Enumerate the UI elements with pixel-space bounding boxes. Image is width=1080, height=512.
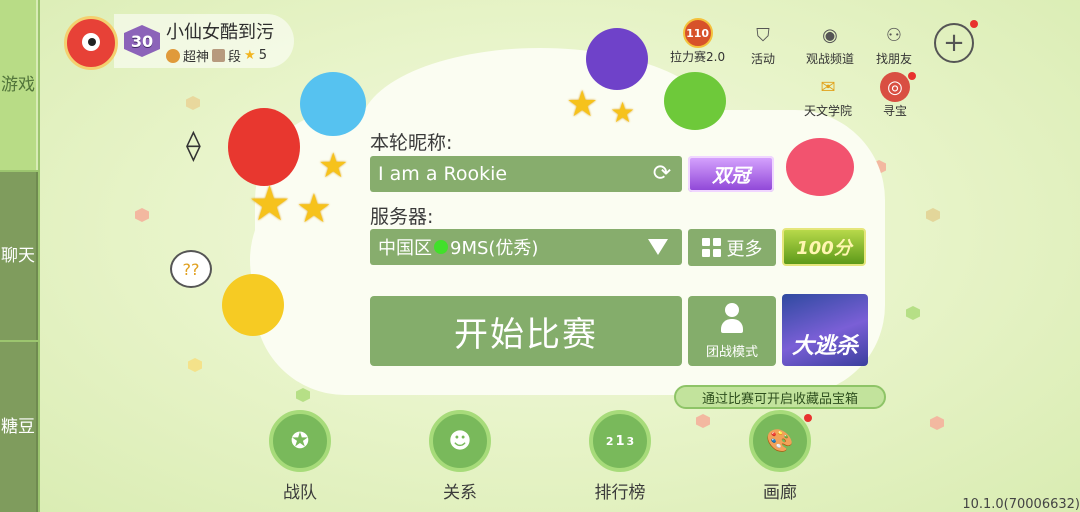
decor-hex	[135, 208, 149, 222]
player-rank: 超神 段 ★ 5	[166, 46, 267, 65]
academy-icon: ✉	[820, 76, 836, 98]
pink-monster-character	[786, 138, 854, 196]
spectate-label: 观战频道	[806, 52, 855, 66]
avatar[interactable]	[64, 16, 118, 70]
nav-leaderboard[interactable]: 2 1 3 排行榜	[580, 410, 660, 503]
nav-relations-label: 关系	[443, 483, 477, 503]
palette-icon: 🎨	[749, 410, 811, 472]
rank-tier-icon	[212, 49, 226, 62]
nav-relations[interactable]: ☻ 关系	[420, 410, 500, 503]
chevron-down-icon	[648, 239, 668, 255]
nickname-label: 本轮昵称:	[370, 132, 453, 154]
tab-candy-label: 糖豆	[1, 417, 35, 437]
battle-royale-button[interactable]: 大逃杀	[782, 294, 868, 366]
version-label: 10.1.0(70006632)	[962, 497, 1080, 512]
notification-dot	[970, 20, 978, 28]
activity-button[interactable]: ⛉ 活动	[748, 20, 778, 67]
spectate-button[interactable]: ◉ 观战频道	[806, 20, 854, 67]
eye-icon: ◉	[822, 24, 838, 46]
notification-dot	[908, 72, 916, 80]
decor-hex	[696, 414, 710, 428]
purple-monster-character	[586, 28, 648, 90]
red-monster-character	[228, 108, 300, 186]
server-region: 中国区	[378, 238, 432, 259]
star-decoration: ★	[248, 176, 292, 232]
team-mode-button[interactable]: 团战模式	[688, 296, 776, 366]
person-add-icon	[719, 303, 745, 335]
tab-chat[interactable]: 聊天	[0, 172, 38, 340]
academy-label: 天文学院	[804, 104, 853, 118]
more-label: 更多	[726, 238, 763, 260]
podium-icon: 2 1 3	[589, 410, 651, 472]
nav-team-label: 战队	[283, 483, 317, 503]
latency-status-dot	[434, 240, 448, 254]
collection-tooltip: 通过比赛可开启收藏品宝箱	[674, 385, 886, 409]
treasure-button[interactable]: ◎ 寻宝	[880, 72, 910, 119]
decor-hex	[188, 358, 202, 372]
star-decoration: ★	[318, 146, 349, 186]
nav-team[interactable]: ✪ 战队	[260, 410, 340, 503]
add-friend-icon: ⚇	[885, 24, 903, 46]
question-bubble-icon: ??	[170, 250, 212, 288]
plus-button[interactable]: +	[934, 23, 974, 63]
team-mode-label: 团战模式	[705, 345, 758, 360]
tab-game[interactable]: 游戏	[0, 0, 38, 170]
nav-gallery[interactable]: 🎨 画廊	[740, 410, 820, 503]
star-decoration: ★	[610, 96, 636, 129]
rank-suffix: 段	[228, 50, 242, 65]
blue-monster-character	[300, 72, 366, 136]
star-decoration: ★	[296, 186, 332, 232]
decor-hex	[926, 208, 940, 222]
people-icon: ☻	[429, 410, 491, 472]
server-select[interactable]: 中国区 9MS(优秀)	[370, 229, 682, 265]
podium-second: 2	[605, 434, 614, 448]
double-crown-badge[interactable]: 双冠	[688, 156, 774, 192]
treasure-icon: ◎	[880, 72, 910, 102]
find-friends-button[interactable]: ⚇ 找朋友	[876, 20, 912, 67]
nav-leaderboard-label: 排行榜	[594, 483, 646, 503]
rally-110-badge: 110	[682, 18, 713, 48]
rally-button[interactable]: 110 拉力赛2.0	[670, 18, 725, 65]
rally-label: 拉力赛2.0	[670, 50, 726, 64]
yellow-monster-character	[222, 274, 284, 336]
score-badge[interactable]: 100分	[782, 228, 866, 266]
rank-title: 超神	[183, 50, 210, 65]
player-name: 小仙女酷到污	[166, 22, 274, 43]
activity-shield-icon: ⛉	[756, 24, 770, 46]
star-decoration: ★	[566, 84, 599, 125]
more-button[interactable]: 更多	[688, 229, 776, 266]
decor-hex	[930, 416, 944, 430]
start-match-button[interactable]: 开始比赛	[370, 296, 682, 366]
podium-third: 3	[626, 434, 635, 448]
compass-icon: ⟠	[186, 128, 201, 163]
rank-medal-icon	[166, 48, 180, 63]
decor-hex	[296, 388, 310, 402]
rank-stars: 5	[258, 48, 267, 63]
grid-icon	[701, 238, 721, 257]
activity-label: 活动	[750, 52, 775, 66]
nav-gallery-label: 画廊	[763, 483, 797, 503]
tab-game-label: 游戏	[1, 75, 35, 95]
refresh-icon[interactable]: ⟳	[650, 162, 674, 186]
nickname-value: I am a Rookie	[378, 163, 508, 185]
nickname-field[interactable]: I am a Rookie ⟳	[370, 156, 682, 192]
podium-first: 1	[615, 433, 625, 449]
find-friends-label: 找朋友	[876, 52, 913, 66]
tab-chat-label: 聊天	[1, 246, 35, 266]
academy-button[interactable]: ✉ 天文学院	[804, 72, 852, 119]
side-tab-bar: 游戏 聊天 糖豆	[0, 0, 40, 512]
server-latency: 9MS(优秀)	[450, 238, 539, 259]
green-monster-character	[664, 72, 726, 130]
team-crest-icon: ✪	[269, 410, 331, 472]
decor-hex	[906, 306, 920, 320]
notification-dot	[804, 414, 812, 422]
tab-candy[interactable]: 糖豆	[0, 342, 38, 512]
star-icon: ★	[244, 48, 256, 63]
treasure-label: 寻宝	[882, 104, 907, 118]
decor-hex	[186, 96, 200, 110]
server-label: 服务器:	[370, 206, 434, 228]
